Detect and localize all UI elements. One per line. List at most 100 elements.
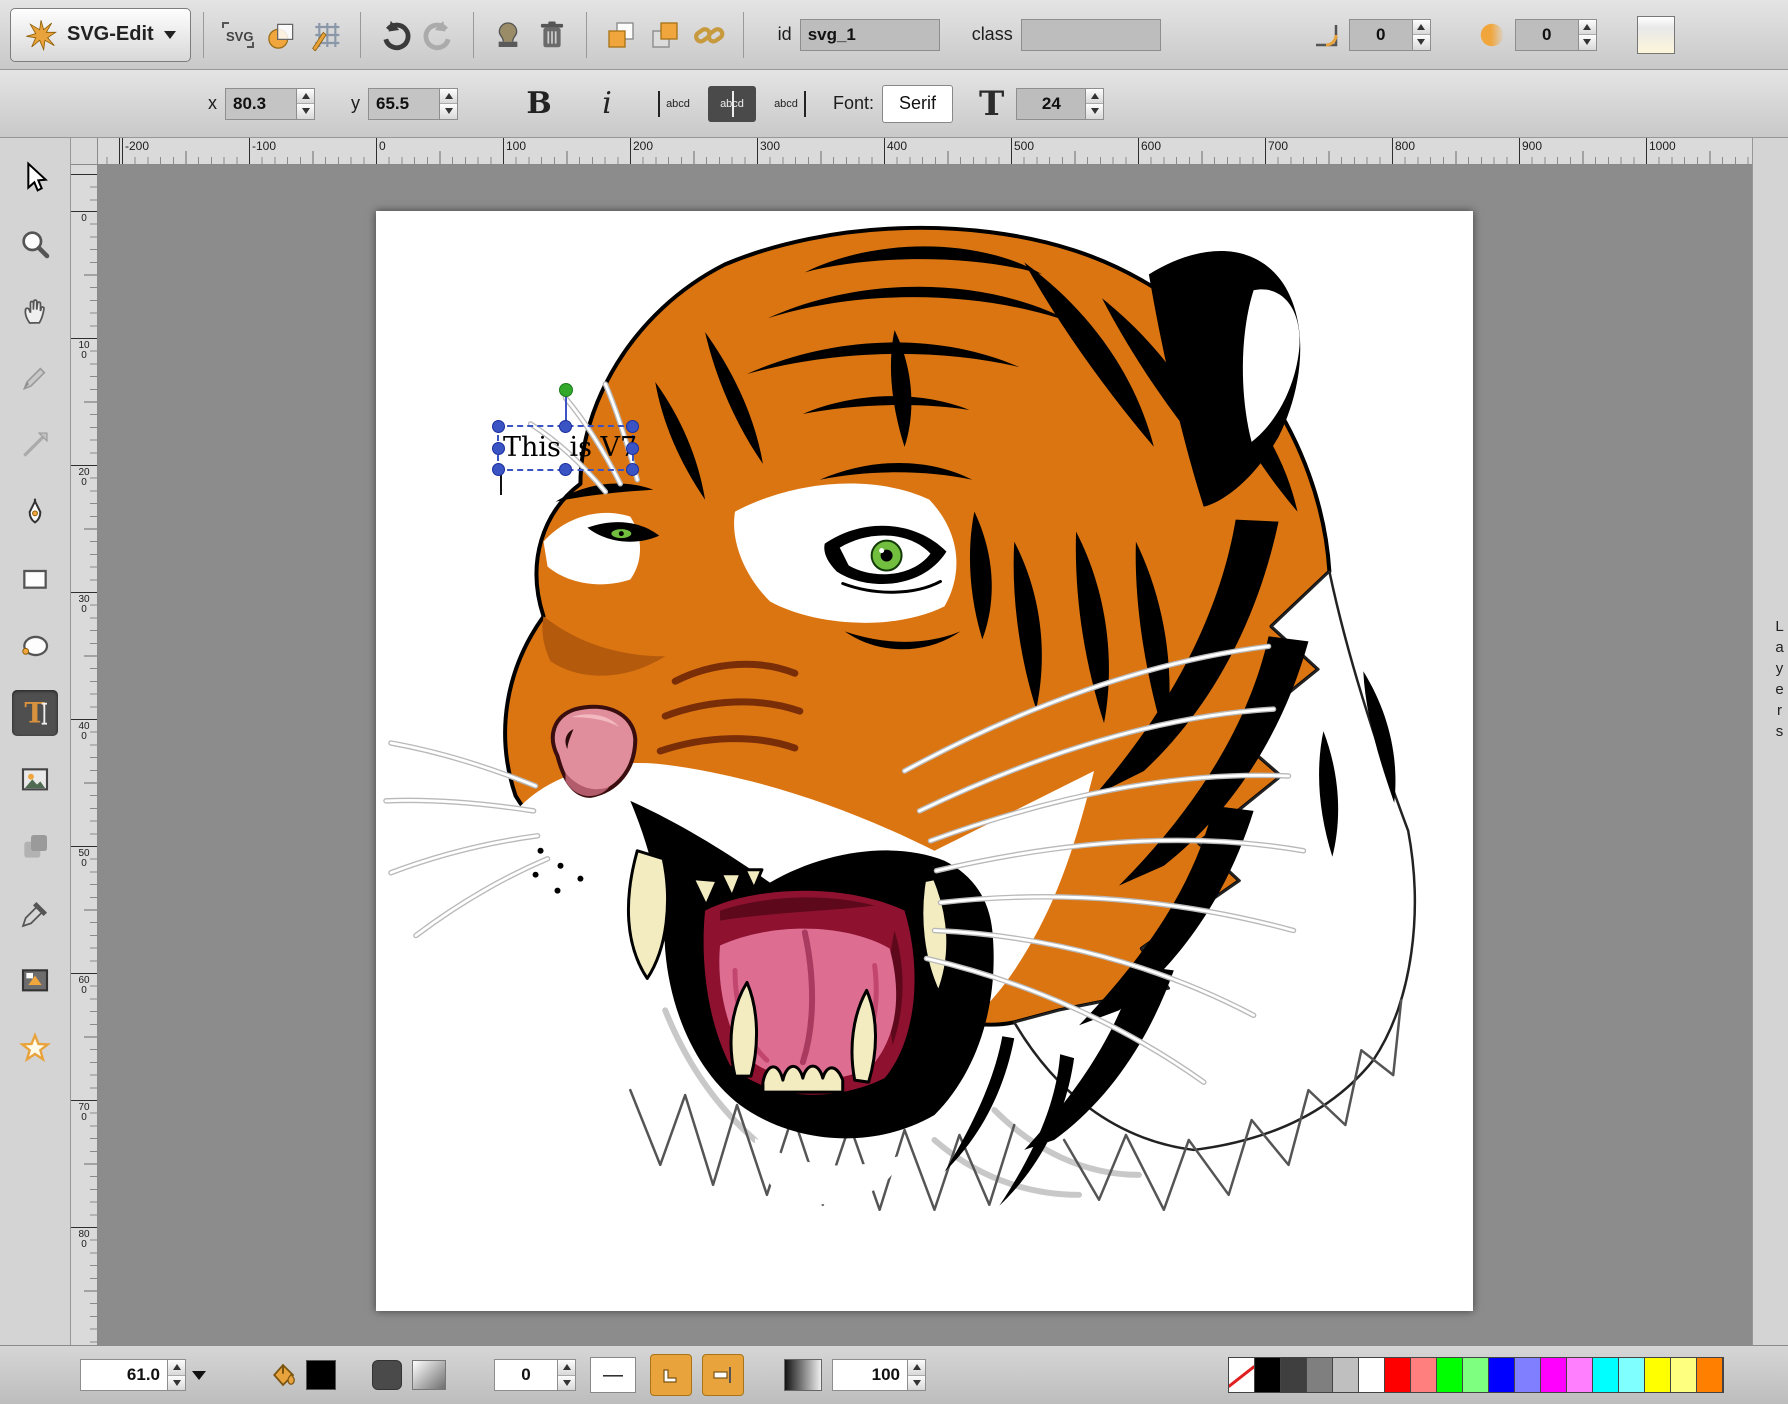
selected-text[interactable]: This is V7 <box>499 432 637 463</box>
x-input[interactable] <box>225 88 297 120</box>
palette-swatch[interactable] <box>1697 1358 1723 1392</box>
palette-swatch[interactable] <box>1463 1358 1489 1392</box>
palette-swatch[interactable] <box>1645 1358 1671 1392</box>
stroke-dash-button[interactable]: — <box>590 1357 636 1393</box>
redo-icon <box>422 18 456 52</box>
rect-tool[interactable] <box>12 556 58 602</box>
stroke-width-input[interactable] <box>494 1359 558 1391</box>
library-tool[interactable] <box>12 958 58 1004</box>
source-code-button[interactable]: SVG <box>216 13 260 57</box>
ruler-label: 200 <box>633 139 653 153</box>
palette-swatch[interactable] <box>1229 1358 1255 1392</box>
background-swatch[interactable] <box>1637 16 1675 54</box>
text-tool[interactable]: T <box>12 690 58 736</box>
svg-canvas[interactable] <box>376 211 1473 1311</box>
y-input[interactable] <box>368 88 440 120</box>
linejoin-button[interactable] <box>650 1354 692 1396</box>
ellipse-tool[interactable] <box>12 623 58 669</box>
delete-icon <box>537 19 567 51</box>
palette-swatch[interactable] <box>1437 1358 1463 1392</box>
zoom-spinner[interactable] <box>168 1359 186 1391</box>
delete-button[interactable] <box>530 13 574 57</box>
bottom-toolbar: — <box>0 1345 1788 1404</box>
pan-tool[interactable] <box>12 288 58 334</box>
grid-button[interactable] <box>304 13 348 57</box>
palette-swatch[interactable] <box>1593 1358 1619 1392</box>
palette-swatch[interactable] <box>1385 1358 1411 1392</box>
zoom-dropdown-button[interactable] <box>186 1358 212 1392</box>
fill-color-swatch[interactable] <box>306 1360 336 1390</box>
clone-button[interactable] <box>486 13 530 57</box>
palette-swatch[interactable] <box>1359 1358 1385 1392</box>
font-size-input[interactable] <box>1016 88 1086 120</box>
eyedropper-tool[interactable] <box>12 891 58 937</box>
zoom-tool[interactable] <box>12 221 58 267</box>
undo-button[interactable] <box>373 13 417 57</box>
wireframe-button[interactable] <box>260 13 304 57</box>
link-button[interactable] <box>687 13 731 57</box>
angle-input[interactable] <box>1349 19 1413 51</box>
palette-swatch[interactable] <box>1515 1358 1541 1392</box>
line-tool[interactable] <box>12 422 58 468</box>
main-menu-button[interactable]: SVG-Edit <box>10 8 191 62</box>
shapes-icon <box>19 831 51 863</box>
selection-handle-w[interactable] <box>492 442 505 455</box>
font-size-spinner[interactable] <box>1086 88 1104 120</box>
italic-button[interactable]: i <box>586 84 628 124</box>
selection-handle-sw[interactable] <box>492 463 505 476</box>
palette-swatch[interactable] <box>1255 1358 1281 1392</box>
star-tool[interactable] <box>12 1025 58 1071</box>
font-family-button[interactable]: Serif <box>882 85 953 123</box>
ruler-label: 400 <box>78 722 90 742</box>
ruler-label: 1000 <box>1649 139 1676 153</box>
separator <box>360 12 361 58</box>
selection-handle-e[interactable] <box>626 442 639 455</box>
x-spinner[interactable] <box>297 88 315 120</box>
angle-spinner[interactable] <box>1413 19 1431 51</box>
selection-handle-ne[interactable] <box>626 420 639 433</box>
text-anchor-middle-button[interactable]: abcd <box>708 86 756 122</box>
opacity-spinner[interactable] <box>908 1359 926 1391</box>
ruler-label: 700 <box>78 1103 90 1123</box>
palette-swatch[interactable] <box>1333 1358 1359 1392</box>
move-top-button[interactable] <box>643 13 687 57</box>
selection-handle-se[interactable] <box>626 463 639 476</box>
blur-spinner[interactable] <box>1579 19 1597 51</box>
linecap-button[interactable] <box>702 1354 744 1396</box>
opacity-input[interactable] <box>832 1359 908 1391</box>
selection-box[interactable]: This is V7 <box>497 425 634 471</box>
palette-swatch[interactable] <box>1307 1358 1333 1392</box>
palette-swatch[interactable] <box>1541 1358 1567 1392</box>
zoom-input[interactable] <box>80 1359 168 1391</box>
palette-swatch[interactable] <box>1671 1358 1697 1392</box>
gradient-swatch[interactable] <box>412 1360 446 1390</box>
palette-swatch[interactable] <box>1489 1358 1515 1392</box>
image-tool[interactable] <box>12 757 58 803</box>
id-input[interactable] <box>800 19 940 51</box>
redo-button[interactable] <box>417 13 461 57</box>
palette-swatch[interactable] <box>1281 1358 1307 1392</box>
palette-swatch[interactable] <box>1619 1358 1645 1392</box>
palette-swatch[interactable] <box>1411 1358 1437 1392</box>
y-spinner[interactable] <box>440 88 458 120</box>
palette-swatch[interactable] <box>1567 1358 1593 1392</box>
move-bottom-button[interactable] <box>599 13 643 57</box>
stroke-width-spinner[interactable] <box>558 1359 576 1391</box>
shape-library-tool[interactable] <box>12 824 58 870</box>
selection-handle-n[interactable] <box>559 420 572 433</box>
pencil-tool[interactable] <box>12 355 58 401</box>
text-anchor-end-button[interactable]: abcd <box>762 86 810 122</box>
select-tool[interactable] <box>12 154 58 200</box>
layers-panel-toggle[interactable]: Layers <box>1752 138 1788 1345</box>
workarea[interactable]: This is V7 <box>98 165 1752 1345</box>
selection-handle-nw[interactable] <box>492 420 505 433</box>
selection-handle-s[interactable] <box>559 463 572 476</box>
blur-input[interactable] <box>1515 19 1579 51</box>
stroke-color-swatch[interactable] <box>372 1360 402 1390</box>
rotate-handle[interactable] <box>559 383 573 397</box>
text-anchor-start-button[interactable]: abcd <box>654 86 702 122</box>
move-bottom-icon <box>605 19 637 51</box>
path-tool[interactable] <box>12 489 58 535</box>
class-input[interactable] <box>1021 19 1161 51</box>
bold-button[interactable]: B <box>518 84 560 124</box>
